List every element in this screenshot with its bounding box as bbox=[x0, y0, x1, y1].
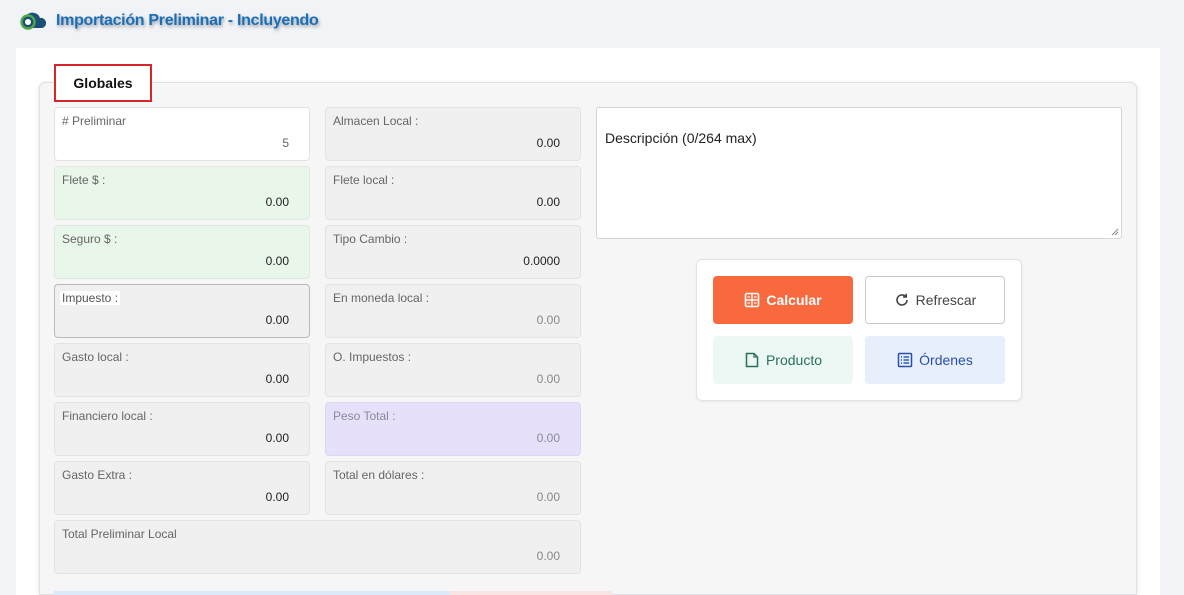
seguro-usd-field[interactable]: Seguro $ : 0.00 bbox=[54, 225, 310, 279]
flete-usd-field[interactable]: Flete $ : 0.00 bbox=[54, 166, 310, 220]
total-dolares-field: Total en dólares : 0.00 bbox=[325, 461, 581, 515]
total-preliminar-local-field: Total Preliminar Local 0.00 bbox=[54, 520, 581, 574]
field-label: Impuesto : bbox=[60, 291, 121, 305]
calculator-icon bbox=[745, 292, 760, 308]
gasto-local-field[interactable]: Gasto local : 0.00 bbox=[54, 343, 310, 397]
field-value: 0.00 bbox=[265, 195, 289, 209]
peso-total-field: Peso Total : 0.00 bbox=[325, 402, 581, 456]
resize-handle-icon[interactable] bbox=[1111, 228, 1119, 236]
field-label: Flete local : bbox=[333, 173, 395, 187]
field-value: 0.00 bbox=[536, 549, 560, 563]
field-label: Almacen Local : bbox=[333, 114, 419, 128]
bottom-strip-red bbox=[450, 591, 612, 595]
moneda-local-field: En moneda local : 0.00 bbox=[325, 284, 581, 338]
tipo-cambio-field: Tipo Cambio : 0.0000 bbox=[325, 225, 581, 279]
field-label: Gasto Extra : bbox=[62, 468, 133, 482]
producto-label: Producto bbox=[765, 352, 823, 368]
field-label: Gasto local : bbox=[62, 350, 129, 364]
field-value: 0.00 bbox=[265, 254, 289, 268]
field-label: Financiero local : bbox=[62, 409, 153, 423]
document-icon bbox=[745, 352, 759, 368]
field-value: 0.0000 bbox=[523, 254, 560, 268]
field-label: # Preliminar bbox=[62, 114, 127, 128]
field-value: 0.00 bbox=[265, 313, 289, 327]
ordenes-button[interactable]: Órdenes bbox=[865, 336, 1005, 384]
field-value: 0.00 bbox=[265, 372, 289, 386]
producto-button[interactable]: Producto bbox=[713, 336, 853, 384]
field-value: 0.00 bbox=[536, 490, 560, 504]
field-value: 0.00 bbox=[265, 431, 289, 445]
otros-impuestos-field: O. Impuestos : 0.00 bbox=[325, 343, 581, 397]
calcular-button[interactable]: Calcular bbox=[713, 276, 853, 324]
field-value: 5 bbox=[282, 136, 289, 150]
field-label: Seguro $ : bbox=[62, 232, 118, 246]
calcular-label: Calcular bbox=[766, 292, 822, 308]
field-label: Total en dólares : bbox=[333, 468, 425, 482]
tab-globales[interactable]: Globales bbox=[54, 64, 152, 102]
page-title: Importación Preliminar - Incluyendo bbox=[56, 12, 319, 29]
bottom-strip-blue bbox=[54, 591, 450, 595]
refrescar-label: Refrescar bbox=[915, 292, 977, 308]
field-label: Flete $ : bbox=[62, 173, 106, 187]
description-textarea[interactable]: Descripción (0/264 max) bbox=[596, 107, 1122, 239]
field-value: 0.00 bbox=[536, 372, 560, 386]
ordenes-label: Órdenes bbox=[919, 352, 973, 368]
top-bar: Importación Preliminar - Incluyendo bbox=[0, 0, 1184, 48]
field-label: O. Impuestos : bbox=[333, 350, 412, 364]
financiero-local-field[interactable]: Financiero local : 0.00 bbox=[54, 402, 310, 456]
field-label: Tipo Cambio : bbox=[333, 232, 408, 246]
field-value: 0.00 bbox=[536, 136, 560, 150]
field-value: 0.00 bbox=[536, 195, 560, 209]
almacen-local-field: Almacen Local : 0.00 bbox=[325, 107, 581, 161]
impuesto-field[interactable]: Impuesto : 0.00 bbox=[54, 284, 310, 338]
list-icon bbox=[897, 352, 913, 368]
cloud-logo-icon bbox=[20, 12, 46, 30]
flete-local-field: Flete local : 0.00 bbox=[325, 166, 581, 220]
description-placeholder: Descripción (0/264 max) bbox=[605, 130, 757, 146]
field-value: 0.00 bbox=[265, 490, 289, 504]
refresh-icon bbox=[895, 293, 908, 306]
preliminar-number-field[interactable]: # Preliminar 5 bbox=[54, 107, 310, 161]
refrescar-button[interactable]: Refrescar bbox=[865, 276, 1005, 324]
field-label: Peso Total : bbox=[333, 409, 396, 423]
gasto-extra-field[interactable]: Gasto Extra : 0.00 bbox=[54, 461, 310, 515]
field-label: En moneda local : bbox=[333, 291, 430, 305]
field-value: 0.00 bbox=[536, 431, 560, 445]
field-label: Total Preliminar Local bbox=[62, 527, 177, 541]
field-value: 0.00 bbox=[536, 313, 560, 327]
